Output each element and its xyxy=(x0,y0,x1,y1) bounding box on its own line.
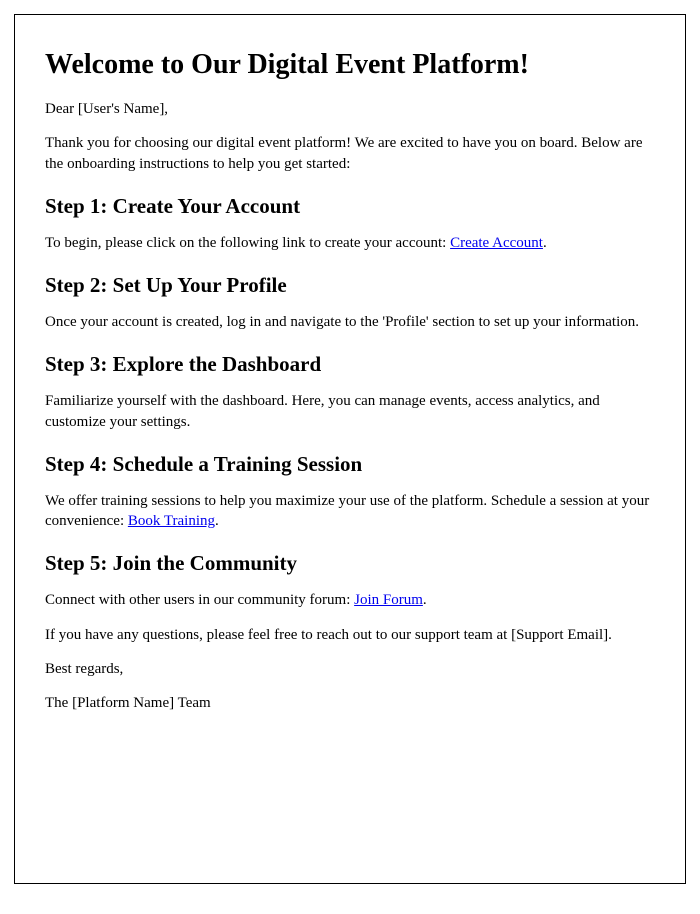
step3-paragraph: Familiarize yourself with the dashboard.… xyxy=(45,391,655,432)
step1-heading: Step 1: Create Your Account xyxy=(45,194,655,219)
greeting-line: Dear [User's Name], xyxy=(45,99,655,119)
step3-heading: Step 3: Explore the Dashboard xyxy=(45,352,655,377)
step1-paragraph: To begin, please click on the following … xyxy=(45,233,655,253)
closing-line: Best regards, xyxy=(45,659,655,679)
page-title: Welcome to Our Digital Event Platform! xyxy=(45,49,655,81)
support-paragraph: If you have any questions, please feel f… xyxy=(45,625,655,645)
step5-text-before: Connect with other users in our communit… xyxy=(45,592,354,608)
join-forum-link[interactable]: Join Forum xyxy=(354,592,423,608)
step4-heading: Step 4: Schedule a Training Session xyxy=(45,452,655,477)
document-page: Welcome to Our Digital Event Platform! D… xyxy=(14,14,686,884)
step4-paragraph: We offer training sessions to help you m… xyxy=(45,491,655,532)
step4-text-after: . xyxy=(215,513,219,529)
step2-paragraph: Once your account is created, log in and… xyxy=(45,312,655,332)
book-training-link[interactable]: Book Training xyxy=(128,513,215,529)
create-account-link[interactable]: Create Account xyxy=(450,235,543,251)
step5-text-after: . xyxy=(423,592,427,608)
intro-paragraph: Thank you for choosing our digital event… xyxy=(45,133,655,174)
step5-paragraph: Connect with other users in our communit… xyxy=(45,590,655,610)
step5-heading: Step 5: Join the Community xyxy=(45,551,655,576)
signature-line: The [Platform Name] Team xyxy=(45,693,655,713)
step1-text-before: To begin, please click on the following … xyxy=(45,235,450,251)
step1-text-after: . xyxy=(543,235,547,251)
step2-heading: Step 2: Set Up Your Profile xyxy=(45,273,655,298)
